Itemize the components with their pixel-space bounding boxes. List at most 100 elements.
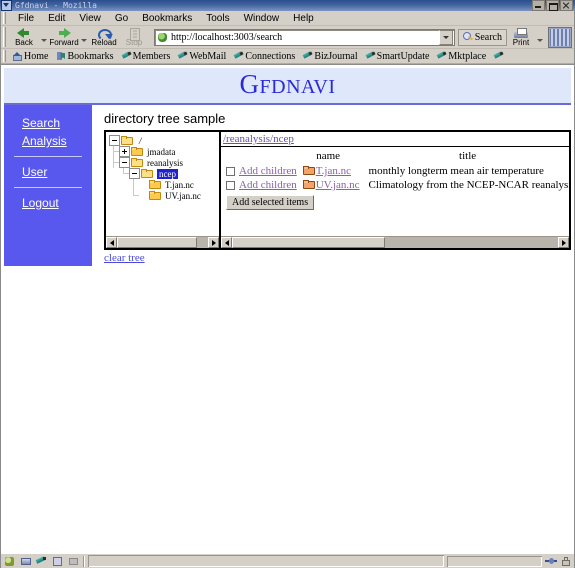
scrollbar-thumb[interactable] bbox=[117, 237, 197, 248]
back-arrow-icon bbox=[17, 28, 31, 39]
tree-node-jmadata[interactable]: jmadata bbox=[109, 146, 219, 157]
scrollbar-track[interactable] bbox=[117, 237, 208, 248]
tree-horizontal-scrollbar[interactable] bbox=[106, 236, 219, 248]
directory-listing-pane: /reanalysis/ncep name bbox=[221, 132, 569, 248]
maximize-button[interactable] bbox=[546, 0, 559, 11]
row-checkbox[interactable] bbox=[226, 181, 235, 190]
close-button[interactable] bbox=[560, 0, 573, 11]
row-checkbox[interactable] bbox=[226, 167, 235, 176]
folder-open-icon bbox=[141, 169, 154, 179]
file-link[interactable]: UV.jan.nc bbox=[316, 179, 360, 191]
navbar-gripper[interactable] bbox=[3, 27, 7, 47]
breadcrumb-link[interactable]: /reanalysis/ncep bbox=[223, 133, 294, 145]
sidebar-item-search[interactable]: Search bbox=[4, 114, 92, 132]
tree-node-root[interactable]: / bbox=[109, 135, 219, 146]
add-selected-items-button[interactable]: Add selected items bbox=[226, 195, 314, 210]
forward-button[interactable]: Forward bbox=[49, 27, 79, 48]
menu-view[interactable]: View bbox=[72, 13, 108, 24]
bookmark-overflow[interactable] bbox=[490, 52, 507, 61]
tree-guide bbox=[119, 179, 129, 190]
browser-window: Gfdnavi - Mozilla File Edit View Go Book… bbox=[0, 0, 575, 568]
bookmark-bizjournal[interactable]: BizJournal bbox=[299, 51, 361, 62]
menu-tools[interactable]: Tools bbox=[199, 13, 236, 24]
throbber-icon[interactable] bbox=[548, 27, 572, 48]
pen-icon bbox=[178, 52, 187, 61]
tree-toggle-minus-icon[interactable] bbox=[119, 157, 130, 168]
window-icon[interactable] bbox=[20, 556, 32, 567]
sidebar-divider bbox=[14, 156, 82, 157]
forward-arrow-icon bbox=[57, 28, 71, 39]
bookmark-mktplace[interactable]: Mktplace bbox=[433, 51, 490, 62]
search-button[interactable]: Search bbox=[458, 29, 507, 46]
bookmark-smartupdate[interactable]: SmartUpdate bbox=[362, 51, 434, 62]
table-row[interactable]: Add children T.jan.nc monthly longterm m… bbox=[221, 164, 569, 178]
site-logo-initial: G bbox=[240, 69, 260, 99]
bookmark-bookmarks[interactable]: Bookmarks bbox=[52, 51, 117, 62]
add-children-link[interactable]: Add children bbox=[239, 165, 297, 177]
tree-node-uv-jan-nc[interactable]: UV.jan.nc bbox=[109, 190, 219, 201]
url-bar[interactable]: http://localhost:3003/search bbox=[154, 29, 455, 46]
tree-guide bbox=[109, 179, 119, 190]
menubar-gripper[interactable] bbox=[3, 12, 7, 24]
favicon-icon bbox=[157, 32, 168, 43]
print-button[interactable]: Print bbox=[507, 28, 535, 47]
bookmarks-gripper[interactable] bbox=[3, 50, 7, 62]
listing-horizontal-scrollbar[interactable] bbox=[221, 236, 569, 248]
sidebar-item-analysis[interactable]: Analysis bbox=[4, 132, 92, 150]
row-actions-cell: Add selected items bbox=[221, 192, 569, 211]
add-children-link[interactable]: Add children bbox=[239, 179, 297, 191]
scroll-right-icon[interactable] bbox=[558, 237, 569, 248]
scrollbar-track[interactable] bbox=[232, 237, 558, 248]
forward-history-dropdown-icon[interactable] bbox=[81, 39, 87, 42]
tree-toggle-minus-icon[interactable] bbox=[129, 168, 140, 179]
pen-icon[interactable] bbox=[36, 556, 48, 567]
url-dropdown-icon[interactable] bbox=[439, 30, 453, 45]
scroll-left-icon[interactable] bbox=[106, 237, 117, 248]
bookmark-connections[interactable]: Connections bbox=[230, 51, 299, 62]
bookmark-members[interactable]: Members bbox=[118, 51, 175, 62]
pen-icon bbox=[234, 52, 243, 61]
minimize-button[interactable] bbox=[532, 0, 545, 11]
clear-tree-link[interactable]: clear tree bbox=[104, 252, 145, 264]
print-dropdown-icon[interactable] bbox=[537, 39, 543, 42]
app-icon bbox=[1, 0, 12, 11]
scrollbar-thumb[interactable] bbox=[232, 237, 385, 248]
col-header-name: name bbox=[297, 147, 360, 164]
bookmark-webmail[interactable]: WebMail bbox=[174, 51, 230, 62]
cursor-icon[interactable] bbox=[68, 556, 80, 567]
stop-button: Stop bbox=[119, 27, 149, 48]
back-button[interactable]: Back bbox=[9, 27, 39, 48]
lock-icon[interactable] bbox=[560, 556, 572, 567]
menu-file[interactable]: File bbox=[11, 13, 41, 24]
back-history-dropdown-icon[interactable] bbox=[41, 39, 47, 42]
tree-toggle-minus-icon[interactable] bbox=[109, 135, 120, 146]
scroll-left-icon[interactable] bbox=[221, 237, 232, 248]
reload-button[interactable]: Reload bbox=[89, 27, 119, 48]
table-row[interactable]: Add children UV.jan.nc Climatology from … bbox=[221, 178, 569, 192]
menu-bookmarks[interactable]: Bookmarks bbox=[135, 13, 199, 24]
tree-node-label: jmadata bbox=[147, 147, 176, 157]
tree-node-label: T.jan.nc bbox=[165, 180, 194, 190]
image-icon[interactable] bbox=[52, 556, 64, 567]
menu-edit[interactable]: Edit bbox=[41, 13, 72, 24]
file-link[interactable]: T.jan.nc bbox=[316, 165, 351, 177]
tree-toggle-plus-icon[interactable] bbox=[119, 146, 130, 157]
page-body: Search Analysis User Logout directory tr… bbox=[4, 105, 571, 266]
tree-node-reanalysis[interactable]: reanalysis bbox=[109, 157, 219, 168]
menu-help[interactable]: Help bbox=[286, 13, 321, 24]
sidebar-item-user[interactable]: User bbox=[4, 163, 92, 181]
url-input[interactable]: http://localhost:3003/search bbox=[171, 32, 439, 43]
tree-node-t-jan-nc[interactable]: T.jan.nc bbox=[109, 179, 219, 190]
tree-toggle-none bbox=[139, 180, 148, 189]
bookmark-home[interactable]: Home bbox=[9, 51, 52, 62]
tree-node-ncep[interactable]: ncep bbox=[109, 168, 219, 179]
row-name-cell: UV.jan.nc bbox=[297, 178, 360, 192]
pen-icon bbox=[494, 52, 503, 61]
sidebar-item-logout[interactable]: Logout bbox=[4, 194, 92, 212]
window-controls bbox=[532, 0, 574, 11]
connection-icon[interactable] bbox=[544, 556, 558, 567]
menu-window[interactable]: Window bbox=[237, 13, 287, 24]
globe-icon[interactable] bbox=[4, 556, 16, 567]
scroll-right-icon[interactable] bbox=[208, 237, 219, 248]
menu-go[interactable]: Go bbox=[108, 13, 135, 24]
